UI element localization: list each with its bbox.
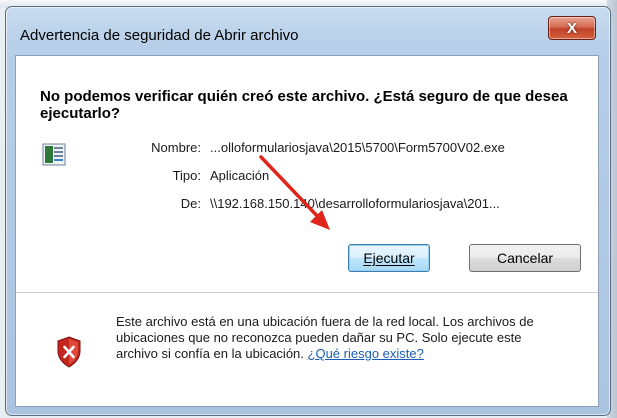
type-value: Aplicación	[210, 168, 270, 183]
from-value: \\192.168.150.140\desarrolloformulariosj…	[210, 196, 500, 211]
shield-warning-icon	[57, 336, 81, 368]
name-label: Nombre:	[151, 140, 201, 155]
window-title: Advertencia de seguridad de Abrir archiv…	[20, 27, 299, 44]
security-warning-dialog: Advertencia de seguridad de Abrir archiv…	[5, 6, 611, 416]
from-label: De:	[180, 196, 201, 211]
type-label: Tipo:	[172, 168, 201, 183]
risk-info-link[interactable]: ¿Qué riesgo existe?	[308, 346, 424, 361]
warning-message: Este archivo está en una ubicación fuera…	[116, 314, 546, 362]
cancel-button[interactable]: Cancelar	[469, 244, 581, 272]
name-value: ...olloformulariosjava\2015\5700\Form570…	[210, 140, 505, 155]
title-bar: Advertencia de seguridad de Abrir archiv…	[6, 7, 610, 51]
dialog-content: No podemos verificar quién creó este arc…	[15, 55, 599, 407]
close-button[interactable]: X	[548, 16, 596, 40]
run-button[interactable]: Ejecutar	[348, 244, 430, 272]
dialog-heading: No podemos verificar quién creó este arc…	[40, 88, 568, 122]
cancel-button-label: Cancelar	[496, 250, 554, 266]
file-icon	[42, 143, 66, 166]
close-icon: X	[566, 19, 577, 37]
run-button-label: Ejecutar	[363, 250, 415, 266]
